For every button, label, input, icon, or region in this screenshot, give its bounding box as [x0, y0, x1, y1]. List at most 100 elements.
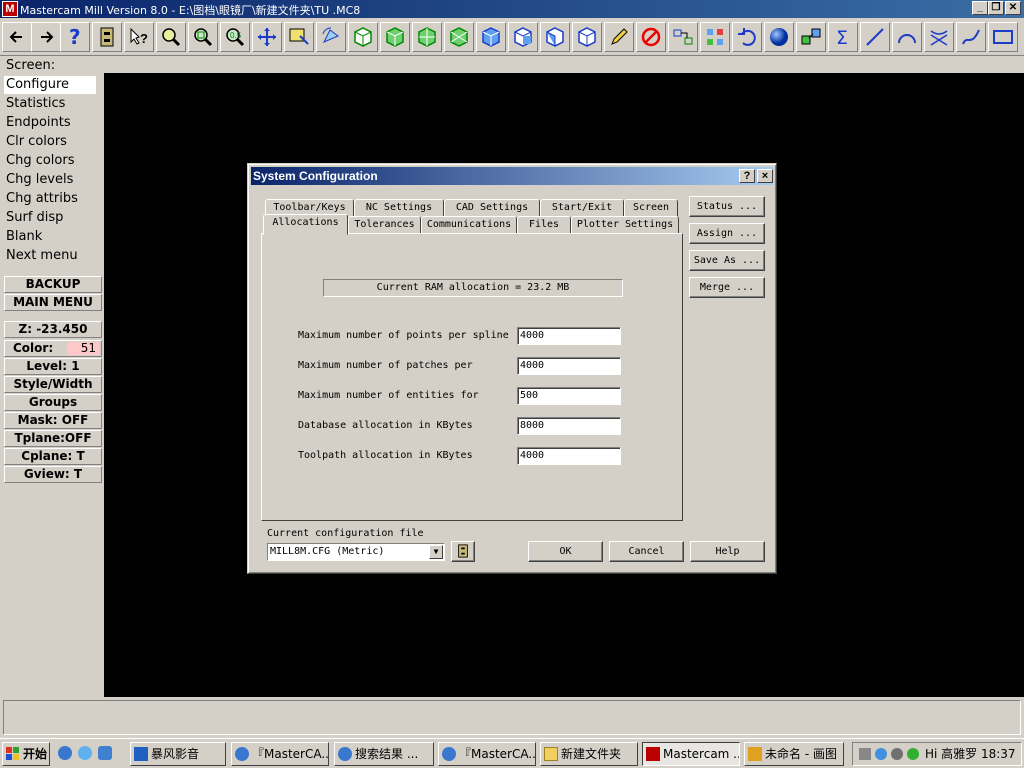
- menu-item-chg-colors[interactable]: Chg colors: [6, 152, 75, 170]
- tab-communications[interactable]: Communications: [421, 216, 517, 234]
- zoom-icon[interactable]: [156, 22, 186, 52]
- trim-icon[interactable]: [924, 22, 954, 52]
- menu-item-chg-levels[interactable]: Chg levels: [6, 171, 73, 189]
- menu-item-surf-disp[interactable]: Surf disp: [6, 209, 63, 227]
- groups-button[interactable]: Groups: [4, 394, 102, 411]
- cube-green-1-icon[interactable]: [348, 22, 378, 52]
- ie-icon[interactable]: [58, 746, 72, 760]
- sphere-icon[interactable]: [764, 22, 794, 52]
- color-button[interactable]: Color: 51: [4, 340, 102, 357]
- forward-arrow-icon[interactable]: [31, 22, 61, 52]
- menu-item-next-menu[interactable]: Next menu: [6, 247, 78, 265]
- spline-icon[interactable]: [956, 22, 986, 52]
- taskbar-item-baofeng[interactable]: 暴风影音: [130, 742, 226, 766]
- cube-green-2-icon[interactable]: [380, 22, 410, 52]
- no-shading-icon[interactable]: [636, 22, 666, 52]
- tab-screen[interactable]: Screen: [624, 199, 678, 217]
- zoom-window-icon[interactable]: [188, 22, 218, 52]
- dialog-close-button[interactable]: ×: [757, 169, 773, 183]
- chevron-down-icon[interactable]: ▼: [429, 545, 443, 559]
- help-button[interactable]: Help: [690, 541, 765, 562]
- cube-blue-3-icon[interactable]: [540, 22, 570, 52]
- ie-icon: [442, 747, 456, 761]
- transform-icon[interactable]: [700, 22, 730, 52]
- toolpath-allocation-input[interactable]: 4000: [517, 447, 621, 465]
- menu-item-blank[interactable]: Blank: [6, 228, 42, 246]
- main-menu-button[interactable]: MAIN MENU: [4, 294, 102, 311]
- menu-item-clr-colors[interactable]: Clr colors: [6, 133, 67, 151]
- cube-blue-1-icon[interactable]: [476, 22, 506, 52]
- max-entities-input[interactable]: 500: [517, 387, 621, 405]
- menu-item-configure[interactable]: Configure: [4, 76, 96, 94]
- config-file-select[interactable]: MILL8M.CFG (Metric) ▼: [267, 543, 445, 561]
- line-icon[interactable]: [860, 22, 890, 52]
- rectangle-icon[interactable]: [988, 22, 1018, 52]
- database-allocation-input[interactable]: 8000: [517, 417, 621, 435]
- pencil-icon[interactable]: [604, 22, 634, 52]
- tplane-button[interactable]: Tplane:OFF: [4, 430, 102, 447]
- cube-blue-4-icon[interactable]: [572, 22, 602, 52]
- tab-allocations[interactable]: Allocations: [263, 214, 348, 235]
- save-as-button[interactable]: Save As ...: [689, 250, 765, 271]
- dialog-help-button[interactable]: ?: [739, 169, 755, 183]
- move-icon[interactable]: [668, 22, 698, 52]
- paint-icon: [748, 747, 762, 761]
- cplane-button[interactable]: Cplane: T: [4, 448, 102, 465]
- undo-icon[interactable]: [732, 22, 762, 52]
- help-icon[interactable]: ?: [60, 22, 90, 52]
- sigma-icon[interactable]: Σ: [828, 22, 858, 52]
- rotate-view-icon[interactable]: [316, 22, 346, 52]
- tab-plotter-settings[interactable]: Plotter Settings: [571, 216, 679, 234]
- whats-this-icon[interactable]: ?: [124, 22, 154, 52]
- gview-button[interactable]: Gview: T: [4, 466, 102, 483]
- assign-button[interactable]: Assign ...: [689, 223, 765, 244]
- taskbar-item-mastercam[interactable]: Mastercam ...: [642, 742, 740, 766]
- taskbar-item-paint[interactable]: 未命名 - 画图: [744, 742, 844, 766]
- security-icon[interactable]: [907, 748, 919, 760]
- taskbar-item-search-results[interactable]: 搜索结果 ...: [334, 742, 434, 766]
- volume-icon[interactable]: [891, 748, 903, 760]
- arc-icon[interactable]: [892, 22, 922, 52]
- file-cabinet-icon[interactable]: [451, 541, 475, 562]
- menu-item-chg-attribs[interactable]: Chg attribs: [6, 190, 78, 208]
- array-icon[interactable]: [796, 22, 826, 52]
- cube-blue-2-icon[interactable]: [508, 22, 538, 52]
- maximize-button[interactable]: ❐: [988, 1, 1004, 15]
- cube-green-3-icon[interactable]: [412, 22, 442, 52]
- tab-nc-settings[interactable]: NC Settings: [354, 199, 444, 217]
- status-button[interactable]: Status ...: [689, 196, 765, 217]
- style-width-button[interactable]: Style/Width: [4, 376, 102, 393]
- file-cabinet-icon[interactable]: [92, 22, 122, 52]
- back-arrow-icon[interactable]: [2, 22, 32, 52]
- merge-button[interactable]: Merge ...: [689, 277, 765, 298]
- show-desktop-icon[interactable]: [98, 746, 112, 760]
- tab-cad-settings[interactable]: CAD Settings: [444, 199, 540, 217]
- cube-green-4-icon[interactable]: [444, 22, 474, 52]
- pan-icon[interactable]: [252, 22, 282, 52]
- menu-item-statistics[interactable]: Statistics: [6, 95, 65, 113]
- unzoom-icon[interactable]: 0.5: [220, 22, 250, 52]
- browser-icon[interactable]: [78, 746, 92, 760]
- mask-button[interactable]: Mask: OFF: [4, 412, 102, 429]
- select-icon[interactable]: [284, 22, 314, 52]
- ok-button[interactable]: OK: [528, 541, 603, 562]
- close-button[interactable]: ✕: [1005, 1, 1021, 15]
- mastercam-icon[interactable]: M: [2, 1, 18, 17]
- taskbar-item-mastercam-web-1[interactable]: 『MasterCA...: [231, 742, 329, 766]
- minimize-button[interactable]: _: [972, 1, 988, 15]
- tab-start-exit[interactable]: Start/Exit: [540, 199, 624, 217]
- backup-button[interactable]: BACKUP: [4, 276, 102, 293]
- menu-item-endpoints[interactable]: Endpoints: [6, 114, 71, 132]
- z-depth-button[interactable]: Z: -23.450: [4, 321, 102, 338]
- tab-files[interactable]: Files: [517, 216, 571, 234]
- level-button[interactable]: Level: 1: [4, 358, 102, 375]
- network-icon[interactable]: [875, 748, 887, 760]
- taskbar-item-new-folder[interactable]: 新建文件夹: [540, 742, 638, 766]
- max-points-spline-input[interactable]: 4000: [517, 327, 621, 345]
- max-patches-input[interactable]: 4000: [517, 357, 621, 375]
- tab-tolerances[interactable]: Tolerances: [348, 216, 421, 234]
- keyboard-icon[interactable]: [859, 748, 871, 760]
- start-button[interactable]: 开始: [2, 742, 50, 766]
- cancel-button[interactable]: Cancel: [609, 541, 684, 562]
- taskbar-item-mastercam-web-2[interactable]: 『MasterCA...: [438, 742, 536, 766]
